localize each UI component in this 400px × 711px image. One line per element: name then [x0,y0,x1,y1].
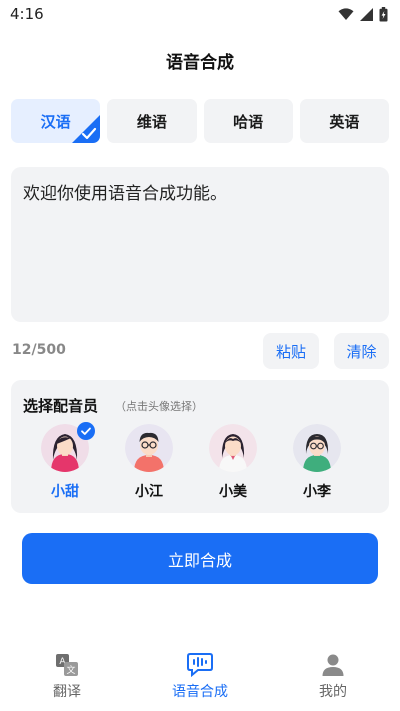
synthesize-button[interactable]: 立即合成 [22,533,378,584]
nav-item-voice-synthesis[interactable]: 语音合成 [150,653,250,701]
bottom-nav: A 文 翻译 语音合成 我的 [0,645,400,711]
voice-option[interactable]: 小甜 [35,422,95,501]
nav-label: 翻译 [53,684,81,700]
char-count: 12/500 [12,342,66,358]
voice-name: 小李 [303,484,331,500]
page-title: 语音合成 [166,53,234,73]
tab-label: 哈语 [233,112,264,131]
avatar [125,424,173,472]
nav-label: 语音合成 [172,684,228,700]
male-avatar-icon [125,424,173,472]
battery-icon [379,6,388,21]
avatar [41,422,95,472]
nav-item-translate[interactable]: A 文 翻译 [17,653,117,701]
voice-name: 小江 [135,484,163,500]
tab-label: 汉语 [40,112,71,131]
tab-uyghur[interactable]: 维语 [107,99,197,143]
voice-synthesis-icon [187,653,213,677]
language-tabs: 汉语 维语 哈语 英语 [11,99,389,143]
tab-kazakh[interactable]: 哈语 [203,99,293,143]
status-bar: 4:16 [0,0,400,28]
voice-select-hint: （点击头像选择） [115,400,203,413]
selected-check-icon [77,422,95,440]
wifi-icon [338,7,354,20]
voice-option[interactable]: 小江 [119,424,179,501]
voice-select-title: 选择配音员 [23,397,99,415]
nav-item-profile[interactable]: 我的 [283,653,383,701]
voice-name: 小美 [219,484,247,500]
cellular-signal-icon [360,7,373,21]
avatar [209,424,257,472]
tab-english[interactable]: 英语 [299,99,389,143]
text-input-area[interactable]: 欢迎你使用语音合成功能。 [11,167,389,322]
nav-label: 我的 [319,684,347,700]
tab-label: 英语 [329,112,360,131]
voice-name: 小甜 [51,484,79,500]
avatar [293,424,341,472]
tab-chinese[interactable]: 汉语 [11,99,101,143]
profile-icon [322,654,344,676]
clear-button[interactable]: 清除 [334,333,389,369]
svg-text:文: 文 [66,664,75,676]
female-avatar-icon [209,424,257,472]
selected-check-icon [72,115,101,143]
voice-option[interactable]: 小李 [287,424,347,501]
translate-icon: A 文 [56,654,78,676]
voice-list: 小甜 小江 小美 小李 [11,422,389,504]
voice-option[interactable]: 小美 [203,424,263,501]
voice-select-card: 选择配音员 （点击头像选择） 小甜 小江 小美 小李 [11,380,389,513]
paste-button[interactable]: 粘贴 [263,333,319,369]
status-time: 4:16 [10,5,44,23]
status-icons [338,6,388,22]
tab-label: 维语 [136,112,167,131]
female-avatar-icon [293,424,341,472]
